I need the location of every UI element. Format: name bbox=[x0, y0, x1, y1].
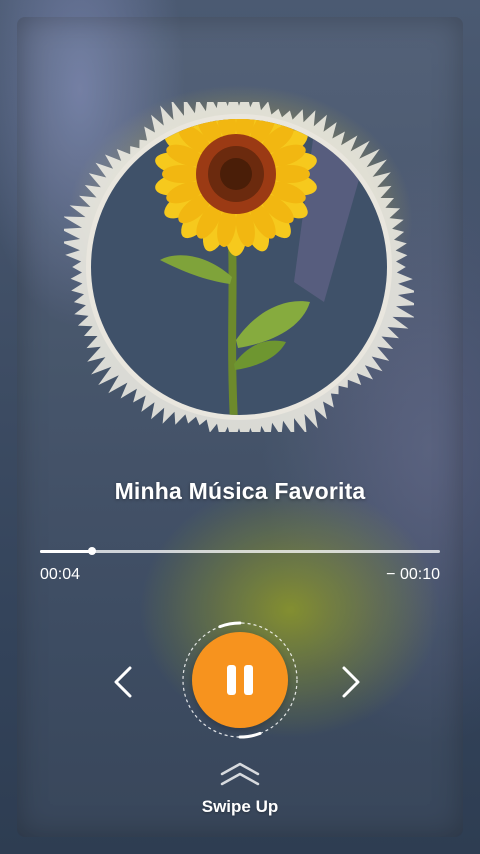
swipe-up-label[interactable]: Swipe Up bbox=[0, 797, 480, 817]
sound-wave-ring bbox=[64, 102, 414, 432]
chevron-left-icon bbox=[114, 666, 132, 698]
album-art-visualizer bbox=[64, 102, 414, 432]
next-button[interactable] bbox=[328, 660, 372, 704]
pause-icon bbox=[227, 665, 236, 695]
music-player-screen: Minha Música Favorita 00:04 − 00:10 Swip… bbox=[0, 0, 480, 854]
previous-button[interactable] bbox=[102, 660, 146, 704]
double-chevron-up-icon[interactable] bbox=[216, 758, 264, 788]
pause-button[interactable] bbox=[192, 632, 288, 728]
progress-knob[interactable] bbox=[88, 547, 96, 555]
chevron-right-icon bbox=[342, 666, 360, 698]
time-remaining: − 00:10 bbox=[386, 566, 440, 583]
progress-fill bbox=[40, 550, 92, 553]
time-elapsed: 00:04 bbox=[40, 566, 81, 583]
progress-bar[interactable] bbox=[40, 547, 440, 555]
song-title: Minha Música Favorita bbox=[114, 478, 366, 504]
